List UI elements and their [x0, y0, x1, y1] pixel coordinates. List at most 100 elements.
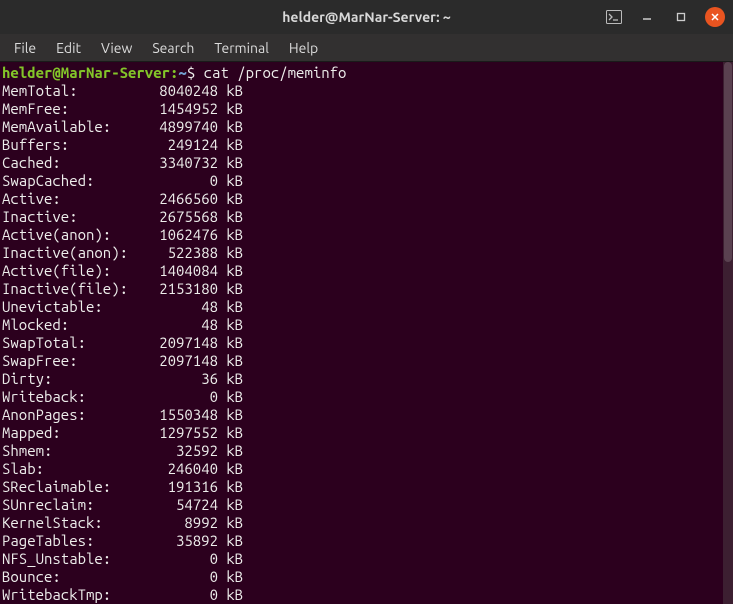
meminfo-unit: kB	[218, 442, 243, 459]
meminfo-row: Active(anon):1062476 kB	[2, 226, 733, 244]
meminfo-unit: kB	[218, 352, 243, 369]
meminfo-row: Shmem:32592 kB	[2, 442, 733, 460]
meminfo-output: MemTotal:8040248 kBMemFree:1454952 kBMem…	[2, 82, 733, 604]
meminfo-value: 3340732	[154, 154, 218, 172]
meminfo-value: 2097148	[154, 352, 218, 370]
meminfo-unit: kB	[218, 244, 243, 261]
scrollbar-track[interactable]	[723, 62, 733, 604]
meminfo-label: Writeback:	[2, 388, 154, 406]
meminfo-row: WritebackTmp:0 kB	[2, 586, 733, 604]
meminfo-value: 8040248	[154, 82, 218, 100]
maximize-button[interactable]	[671, 7, 691, 27]
meminfo-row: NFS_Unstable:0 kB	[2, 550, 733, 568]
meminfo-unit: kB	[218, 82, 243, 99]
meminfo-value: 2153180	[154, 280, 218, 298]
meminfo-row: SwapTotal:2097148 kB	[2, 334, 733, 352]
meminfo-value: 2097148	[154, 334, 218, 352]
meminfo-unit: kB	[218, 514, 243, 531]
meminfo-row: Unevictable:48 kB	[2, 298, 733, 316]
meminfo-row: AnonPages:1550348 kB	[2, 406, 733, 424]
prompt-symbol: $	[187, 64, 204, 81]
meminfo-row: Bounce:0 kB	[2, 568, 733, 586]
terminal-icon[interactable]	[605, 8, 623, 26]
meminfo-value: 2466560	[154, 190, 218, 208]
meminfo-value: 0	[154, 388, 218, 406]
meminfo-row: Inactive(file):2153180 kB	[2, 280, 733, 298]
meminfo-label: Inactive(anon):	[2, 244, 154, 262]
meminfo-value: 0	[154, 568, 218, 586]
meminfo-value: 4899740	[154, 118, 218, 136]
meminfo-unit: kB	[218, 100, 243, 117]
meminfo-unit: kB	[218, 154, 243, 171]
meminfo-label: Cached:	[2, 154, 154, 172]
menu-help[interactable]: Help	[279, 36, 328, 60]
meminfo-row: Slab:246040 kB	[2, 460, 733, 478]
meminfo-row: SReclaimable:191316 kB	[2, 478, 733, 496]
meminfo-unit: kB	[218, 118, 243, 135]
meminfo-unit: kB	[218, 496, 243, 513]
meminfo-unit: kB	[218, 370, 243, 387]
meminfo-row: Inactive:2675568 kB	[2, 208, 733, 226]
menu-view[interactable]: View	[91, 36, 142, 60]
meminfo-unit: kB	[218, 190, 243, 207]
meminfo-unit: kB	[218, 478, 243, 495]
meminfo-unit: kB	[218, 136, 243, 153]
window-titlebar: helder@MarNar-Server: ~	[0, 0, 733, 34]
meminfo-value: 8992	[154, 514, 218, 532]
meminfo-label: PageTables:	[2, 532, 154, 550]
meminfo-unit: kB	[218, 262, 243, 279]
meminfo-unit: kB	[218, 424, 243, 441]
meminfo-label: SwapTotal:	[2, 334, 154, 352]
meminfo-value: 0	[154, 586, 218, 604]
meminfo-unit: kB	[218, 460, 243, 477]
menu-file[interactable]: File	[4, 36, 46, 60]
meminfo-value: 48	[154, 298, 218, 316]
meminfo-label: Inactive:	[2, 208, 154, 226]
meminfo-label: Inactive(file):	[2, 280, 154, 298]
meminfo-value: 32592	[154, 442, 218, 460]
meminfo-label: Bounce:	[2, 568, 154, 586]
meminfo-row: PageTables:35892 kB	[2, 532, 733, 550]
close-button[interactable]	[705, 7, 725, 27]
meminfo-label: KernelStack:	[2, 514, 154, 532]
meminfo-label: WritebackTmp:	[2, 586, 154, 604]
meminfo-value: 0	[154, 550, 218, 568]
meminfo-row: Active:2466560 kB	[2, 190, 733, 208]
meminfo-label: Active:	[2, 190, 154, 208]
meminfo-row: Active(file):1404084 kB	[2, 262, 733, 280]
meminfo-row: MemFree:1454952 kB	[2, 100, 733, 118]
meminfo-value: 1550348	[154, 406, 218, 424]
meminfo-label: NFS_Unstable:	[2, 550, 154, 568]
meminfo-unit: kB	[218, 226, 243, 243]
meminfo-value: 246040	[154, 460, 218, 478]
menu-terminal[interactable]: Terminal	[204, 36, 279, 60]
meminfo-row: Mapped:1297552 kB	[2, 424, 733, 442]
meminfo-row: MemTotal:8040248 kB	[2, 82, 733, 100]
meminfo-label: Active(file):	[2, 262, 154, 280]
meminfo-value: 54724	[154, 496, 218, 514]
menu-edit[interactable]: Edit	[46, 36, 91, 60]
meminfo-row: Cached:3340732 kB	[2, 154, 733, 172]
meminfo-unit: kB	[218, 316, 243, 333]
meminfo-unit: kB	[218, 568, 243, 585]
meminfo-value: 0	[154, 172, 218, 190]
terminal-area[interactable]: helder@MarNar-Server:~$ cat /proc/meminf…	[0, 62, 733, 604]
menu-search[interactable]: Search	[142, 36, 204, 60]
meminfo-label: Buffers:	[2, 136, 154, 154]
meminfo-label: MemTotal:	[2, 82, 154, 100]
meminfo-value: 35892	[154, 532, 218, 550]
meminfo-row: Mlocked:48 kB	[2, 316, 733, 334]
minimize-button[interactable]	[637, 7, 657, 27]
prompt-command: cat /proc/meminfo	[204, 64, 347, 81]
meminfo-value: 36	[154, 370, 218, 388]
meminfo-unit: kB	[218, 208, 243, 225]
meminfo-row: MemAvailable:4899740 kB	[2, 118, 733, 136]
scrollbar-thumb[interactable]	[724, 62, 732, 262]
meminfo-label: Dirty:	[2, 370, 154, 388]
meminfo-unit: kB	[218, 334, 243, 351]
meminfo-value: 249124	[154, 136, 218, 154]
meminfo-value: 1454952	[154, 100, 218, 118]
prompt-path: ~	[178, 64, 186, 81]
meminfo-value: 2675568	[154, 208, 218, 226]
meminfo-row: SUnreclaim:54724 kB	[2, 496, 733, 514]
